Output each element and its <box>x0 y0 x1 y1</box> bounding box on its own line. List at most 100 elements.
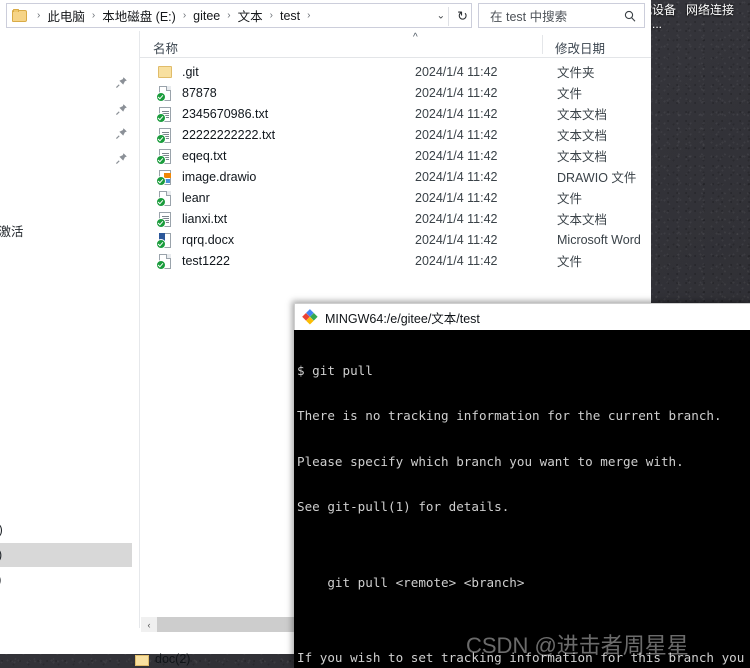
git-bash-window: MINGW64:/e/gitee/文本/test $ git pull Ther… <box>294 303 750 668</box>
sync-status-icon <box>156 175 166 186</box>
file-icon <box>156 85 174 102</box>
sync-status-icon <box>156 91 166 102</box>
file-name-cell: 22222222222.txt <box>156 127 276 144</box>
desktop-icon-label-network: 网络连接 <box>686 3 735 17</box>
refresh-icon[interactable]: ↻ <box>457 9 468 22</box>
sync-status-icon <box>156 133 166 144</box>
file-icon <box>156 190 174 207</box>
file-name-cell: .git <box>157 64 199 80</box>
file-name: image.drawio <box>182 169 257 184</box>
column-divider[interactable] <box>542 35 543 54</box>
file-date-modified: 2024/1/4 11:42 <box>415 211 498 226</box>
desktop-icon-label-row1: 试设备 网络连接 <box>638 3 750 17</box>
screen: 试设备 网络连接 用... › 此电脑 › 本地磁盘 (E:) › gitee ›… <box>0 0 750 668</box>
file-icon <box>156 253 174 270</box>
text-file-icon <box>156 211 174 228</box>
table-row[interactable]: eqeq.txt 2024/1/4 11:42 文本文档 <box>141 145 651 166</box>
file-name: 22222222222.txt <box>182 127 276 142</box>
breadcrumb-item-test[interactable]: test <box>278 9 302 23</box>
nav-item-drive-d-label: (D:) <box>0 523 3 537</box>
toolbar-divider <box>448 7 449 26</box>
bottom-folder-item[interactable]: doc(2) <box>135 652 190 666</box>
file-type: 文本文档 <box>557 129 608 143</box>
terminal-output[interactable]: $ git pull There is no tracking informat… <box>294 330 750 668</box>
file-date-modified: 2024/1/4 11:42 <box>415 64 498 79</box>
nav-item-drive-e[interactable]: (E:) <box>0 543 132 567</box>
pin-icon[interactable] <box>115 127 128 140</box>
file-name-cell: rqrq.docx <box>156 232 234 249</box>
pin-icon[interactable] <box>115 103 128 116</box>
file-name: eqeq.txt <box>182 148 227 163</box>
file-name-cell: eqeq.txt <box>156 148 227 165</box>
table-row[interactable]: rqrq.docx 2024/1/4 11:42 Microsoft Word <box>141 229 651 250</box>
pin-icon[interactable] <box>115 76 128 89</box>
sync-status-icon <box>156 154 166 165</box>
file-type: 文本文档 <box>557 150 608 164</box>
breadcrumb-separator: › <box>182 10 187 21</box>
text-file-icon <box>156 106 174 123</box>
file-date-modified: 2024/1/4 11:42 <box>415 232 498 247</box>
file-date-modified: 2024/1/4 11:42 <box>415 253 498 268</box>
file-name: 87878 <box>182 85 217 100</box>
nav-item-drive-e-label: (E:) <box>0 548 2 562</box>
sort-indicator-icon: ^ <box>413 32 418 43</box>
file-date-modified: 2024/1/4 11:42 <box>415 148 498 163</box>
file-name: 2345670986.txt <box>182 106 269 121</box>
chevron-down-icon[interactable]: ⌄ <box>437 10 445 21</box>
table-row[interactable]: image.drawio 2024/1/4 11:42 DRAWIO 文件 <box>141 166 651 187</box>
breadcrumb-item-wenben[interactable]: 文本 <box>236 6 265 25</box>
table-row[interactable]: .git 2024/1/4 11:42 文件夹 <box>141 61 651 82</box>
file-name: test1222 <box>182 253 230 268</box>
file-type: DRAWIO 文件 <box>557 171 637 185</box>
folder-icon <box>135 653 150 666</box>
table-row[interactable]: 22222222222.txt 2024/1/4 11:42 文本文档 <box>141 124 651 145</box>
folder-icon <box>12 8 29 23</box>
breadcrumb-item-this-pc[interactable]: 此电脑 <box>45 6 87 25</box>
file-name-cell: lianxi.txt <box>156 211 228 228</box>
git-bash-icon <box>302 309 318 325</box>
nav-item-clipped-label[interactable]: 解激活 <box>0 221 24 240</box>
file-date-modified: 2024/1/4 11:42 <box>415 169 498 184</box>
pin-icon[interactable] <box>115 152 128 165</box>
file-type: 文件 <box>557 87 583 101</box>
search-icon[interactable] <box>624 10 636 22</box>
file-name-cell: test1222 <box>156 253 230 270</box>
folder-icon <box>157 64 174 80</box>
text-file-icon <box>156 148 174 165</box>
file-type: 文件 <box>557 192 583 206</box>
column-header-date-modified[interactable]: 修改日期 <box>555 38 605 57</box>
file-name-cell: 87878 <box>156 85 217 102</box>
sync-status-icon <box>156 259 166 270</box>
table-row[interactable]: test1222 2024/1/4 11:42 文件 <box>141 250 651 271</box>
search-input[interactable]: 在 test 中搜索 <box>478 3 645 28</box>
file-date-modified: 2024/1/4 11:42 <box>415 106 498 121</box>
table-row[interactable]: 87878 2024/1/4 11:42 文件 <box>141 82 651 103</box>
sync-status-icon <box>156 196 166 207</box>
terminal-line: Please specify which branch you want to … <box>297 453 684 469</box>
address-bar[interactable]: › 此电脑 › 本地磁盘 (E:) › gitee › 文本 › test › … <box>6 3 472 28</box>
nav-item-drive-f-label: (F:) <box>0 573 1 587</box>
terminal-line: $ git pull <box>297 363 373 379</box>
file-date-modified: 2024/1/4 11:42 <box>415 190 498 205</box>
file-name: leanr <box>182 190 210 205</box>
file-type: 文本文档 <box>557 108 608 122</box>
file-list-column-headers: ^ 名称 修改日期 类型 <box>140 32 651 58</box>
terminal-line: There is no tracking information for the… <box>297 408 722 424</box>
nav-item-drive-f[interactable]: (F:) <box>0 568 139 592</box>
table-row[interactable]: lianxi.txt 2024/1/4 11:42 文本文档 <box>141 208 651 229</box>
desktop-icon-labels: 试设备 网络连接 用... <box>638 0 750 31</box>
file-name: .git <box>182 64 199 79</box>
breadcrumb-separator: › <box>37 10 41 21</box>
file-date-modified: 2024/1/4 11:42 <box>415 127 498 142</box>
breadcrumb-item-gitee[interactable]: gitee <box>191 9 222 23</box>
file-name: lianxi.txt <box>182 211 228 226</box>
table-row[interactable]: leanr 2024/1/4 11:42 文件 <box>141 187 651 208</box>
breadcrumb-item-local-disk-e[interactable]: 本地磁盘 (E:) <box>100 6 178 25</box>
column-header-name[interactable]: 名称 <box>153 38 178 57</box>
sync-status-icon <box>156 217 166 228</box>
terminal-title-bar[interactable]: MINGW64:/e/gitee/文本/test <box>294 303 750 330</box>
nav-item-drive-d[interactable]: (D:) <box>0 518 139 542</box>
terminal-title: MINGW64:/e/gitee/文本/test <box>325 311 480 326</box>
scroll-left-arrow-icon[interactable]: ‹ <box>141 617 157 632</box>
table-row[interactable]: 2345670986.txt 2024/1/4 11:42 文本文档 <box>141 103 651 124</box>
